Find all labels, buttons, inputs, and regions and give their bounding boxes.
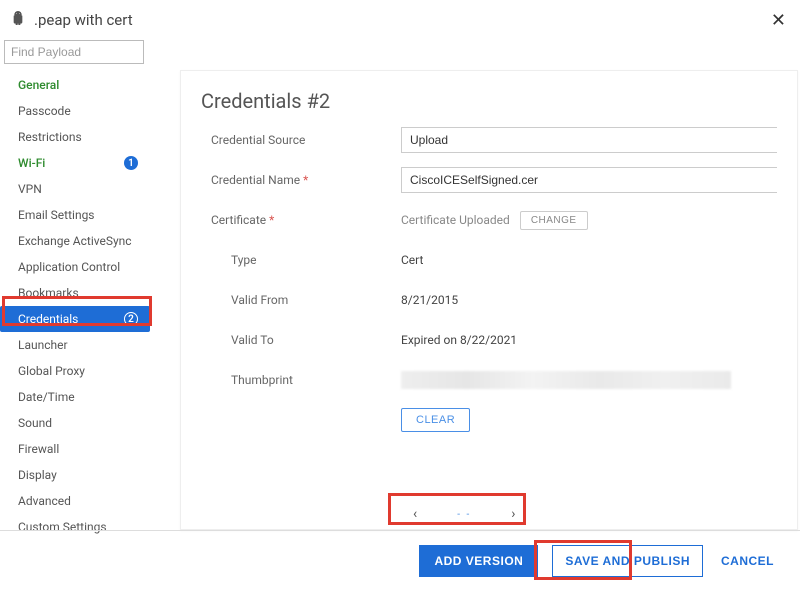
- sidebar-item-application-control[interactable]: Application Control: [0, 254, 150, 280]
- label-credential-source: Credential Source: [201, 133, 401, 147]
- value-type: Cert: [401, 253, 777, 267]
- label-valid-from: Valid From: [201, 293, 401, 307]
- value-valid-from: 8/21/2015: [401, 293, 777, 307]
- sidebar-item-vpn[interactable]: VPN: [0, 176, 150, 202]
- sidebar-item-label: Passcode: [18, 104, 71, 118]
- android-icon: [10, 10, 26, 30]
- sidebar-item-sound[interactable]: Sound: [0, 410, 150, 436]
- clear-button[interactable]: CLEAR: [401, 408, 470, 432]
- sidebar-item-label: Application Control: [18, 260, 120, 274]
- label-certificate: Certificate*: [201, 213, 401, 227]
- sidebar-item-bookmarks[interactable]: Bookmarks: [0, 280, 150, 306]
- sidebar-item-label: General: [18, 78, 59, 92]
- cancel-button[interactable]: CANCEL: [717, 546, 778, 576]
- sidebar-item-passcode[interactable]: Passcode: [0, 98, 150, 124]
- thumbprint-value: [401, 371, 731, 389]
- sidebar-item-label: Email Settings: [18, 208, 95, 222]
- sidebar-item-launcher[interactable]: Launcher: [0, 332, 150, 358]
- sidebar-item-label: Display: [18, 468, 57, 482]
- change-button[interactable]: CHANGE: [520, 211, 588, 230]
- add-version-button[interactable]: ADD VERSION: [419, 545, 538, 577]
- sidebar-item-label: Launcher: [18, 338, 68, 352]
- sidebar-item-email-settings[interactable]: Email Settings: [0, 202, 150, 228]
- sidebar-item-general[interactable]: General: [0, 72, 150, 98]
- sidebar-item-label: Advanced: [18, 494, 71, 508]
- sidebar-item-firewall[interactable]: Firewall: [0, 436, 150, 462]
- content-panel: Credentials #2 Credential Source Credent…: [180, 70, 798, 530]
- label-valid-to: Valid To: [201, 333, 401, 347]
- sidebar-item-exchange-activesync[interactable]: Exchange ActiveSync: [0, 228, 150, 254]
- sidebar-item-label: Exchange ActiveSync: [18, 234, 132, 248]
- label-type: Type: [201, 253, 401, 267]
- sidebar-item-label: Sound: [18, 416, 52, 430]
- sidebar-item-credentials[interactable]: Credentials 2: [0, 306, 150, 332]
- pager: ‹ - - ›: [395, 502, 533, 526]
- sidebar-item-label: Restrictions: [18, 130, 82, 144]
- sidebar-item-label: Global Proxy: [18, 364, 85, 378]
- credential-source-input[interactable]: [401, 127, 777, 153]
- value-valid-to: Expired on 8/22/2021: [401, 333, 777, 347]
- sidebar-item-advanced[interactable]: Advanced: [0, 488, 150, 514]
- label-credential-name: Credential Name*: [201, 173, 401, 187]
- sidebar: General Passcode Restrictions Wi-Fi 1 VPN Emai…: [0, 70, 150, 540]
- credential-name-input[interactable]: [401, 167, 777, 193]
- sidebar-item-date-time[interactable]: Date/Time: [0, 384, 150, 410]
- pager-next-icon[interactable]: ›: [511, 506, 515, 522]
- sidebar-item-label: Firewall: [18, 442, 59, 456]
- sidebar-item-label: Wi-Fi: [18, 156, 45, 170]
- sidebar-badge: 2: [124, 312, 138, 326]
- sidebar-item-label: VPN: [18, 182, 42, 196]
- sidebar-item-restrictions[interactable]: Restrictions: [0, 124, 150, 150]
- footer-bar: ADD VERSION SAVE AND PUBLISH CANCEL: [0, 530, 800, 590]
- sidebar-item-label: Bookmarks: [18, 286, 79, 300]
- sidebar-item-label: Credentials: [18, 312, 78, 326]
- certificate-status: Certificate Uploaded: [401, 213, 510, 227]
- save-and-publish-button[interactable]: SAVE AND PUBLISH: [552, 545, 703, 577]
- sidebar-item-global-proxy[interactable]: Global Proxy: [0, 358, 150, 384]
- sidebar-item-wi-fi[interactable]: Wi-Fi 1: [0, 150, 150, 176]
- sidebar-item-display[interactable]: Display: [0, 462, 150, 488]
- page-title: .peap with cert: [34, 11, 133, 29]
- pager-indicator: - -: [457, 509, 471, 520]
- close-icon[interactable]: ✕: [771, 10, 786, 31]
- pager-prev-icon[interactable]: ‹: [413, 506, 417, 522]
- label-thumbprint: Thumbprint: [201, 373, 401, 387]
- sidebar-item-label: Date/Time: [18, 390, 75, 404]
- find-payload-input[interactable]: [4, 40, 144, 64]
- sidebar-badge: 1: [124, 156, 138, 170]
- panel-heading: Credentials #2: [181, 71, 797, 127]
